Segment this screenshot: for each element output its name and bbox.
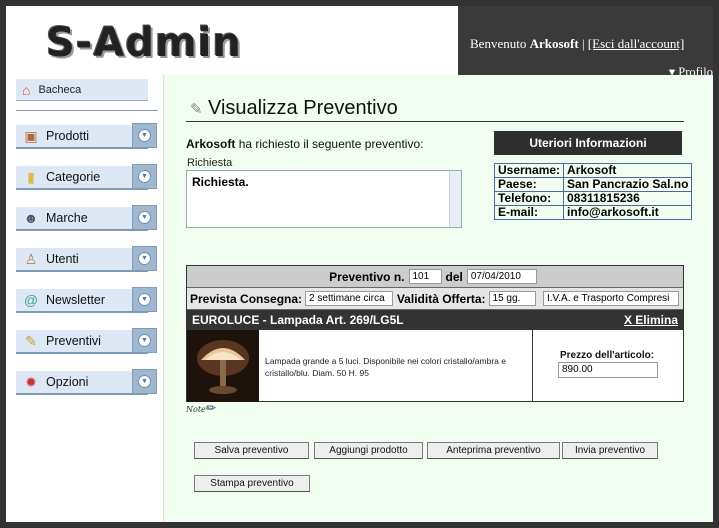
sidebar-item-categorie[interactable]: ▮ Categorie ▼ <box>16 164 157 190</box>
main-content: ✎ Visualizza Preventivo Arkosoft ha rich… <box>163 75 713 522</box>
validity-label: Validità Offerta: <box>396 291 486 306</box>
expand-icon[interactable]: ▼ <box>132 123 157 148</box>
logout-link[interactable]: [Esci dall'account] <box>588 36 685 51</box>
table-row: Telefono: 08311815236 <box>493 191 693 206</box>
info-key: Telefono: <box>493 191 565 206</box>
request-intro: Arkosoft ha richiesto il seguente preven… <box>186 137 423 151</box>
delivery-label: Prevista Consegna: <box>190 291 303 306</box>
note-label: Note <box>186 405 206 414</box>
gear-icon: ✹ <box>25 373 37 390</box>
quote-number-row: Preventivo n. 101 del 07/04/2010 <box>187 266 683 288</box>
price-label: Prezzo dell'articolo: <box>560 350 655 361</box>
expand-icon[interactable]: ▼ <box>132 164 157 189</box>
logo-area: S-Admin <box>6 6 458 75</box>
sidebar-item-utenti[interactable]: ♙ Utenti ▼ <box>16 246 157 272</box>
request-text: ha richiesto il seguente preventivo: <box>238 137 424 151</box>
user-icon: ♙ <box>24 250 38 267</box>
sidebar-item-label: Opzioni <box>46 375 89 389</box>
request-value: Richiesta. <box>192 175 249 189</box>
quote-table: Preventivo n. 101 del 07/04/2010 Previst… <box>186 265 684 402</box>
welcome-prefix: Benvenuto <box>470 36 527 51</box>
sidebar-item-label: Prodotti <box>46 129 90 143</box>
pen-icon[interactable]: ✏ <box>206 401 216 415</box>
document-icon: ✎ <box>25 332 37 349</box>
info-key: Username: <box>493 163 565 178</box>
validity-input[interactable]: 15 gg. <box>488 291 536 306</box>
info-value: info@arkosoft.it <box>563 205 693 220</box>
vat-input[interactable]: I.V.A. e Trasporto Compresi <box>542 291 679 306</box>
sidebar-item-label: Bacheca <box>38 83 82 96</box>
title-divider <box>186 121 684 122</box>
info-key: Paese: <box>493 177 565 192</box>
send-quote-button[interactable]: Invia preventivo <box>562 442 658 459</box>
top-bar: Benvenuto Arkosoft | [Esci dall'account]… <box>458 6 713 79</box>
sidebar-item-prodotti[interactable]: ▣ Prodotti ▼ <box>16 123 157 149</box>
welcome-separator: | <box>581 36 585 51</box>
folder-icon: ▮ <box>27 168 35 185</box>
save-quote-button[interactable]: Salva preventivo <box>194 442 309 459</box>
sidebar-item-newsletter[interactable]: @ Newsletter ▼ <box>16 287 157 313</box>
quote-number-input[interactable]: 101 <box>408 269 442 284</box>
expand-icon[interactable]: ▼ <box>132 205 157 230</box>
product-header: EUROLUCE - Lampada Art. 269/LG5L X Elimi… <box>187 310 683 330</box>
home-icon: ⌂ <box>22 81 31 98</box>
print-quote-button[interactable]: Stampa preventivo <box>194 475 310 492</box>
sidebar-item-preventivi[interactable]: ✎ Preventivi ▼ <box>16 328 157 354</box>
sidebar-item-label: Preventivi <box>46 334 101 348</box>
quote-number-label: Preventivo n. <box>329 269 405 284</box>
request-label: Richiesta <box>187 157 233 169</box>
quote-date-input[interactable]: 07/04/2010 <box>466 269 537 284</box>
sidebar-item-bacheca[interactable]: ⌂ Bacheca <box>16 79 148 101</box>
info-value: Arkosoft <box>563 163 693 178</box>
expand-icon[interactable]: ▼ <box>132 328 157 353</box>
table-row: E-mail: info@arkosoft.it <box>493 205 693 220</box>
price-input[interactable]: 890.00 <box>558 362 658 378</box>
sidebar-item-label: Newsletter <box>46 293 106 307</box>
info-key: E-mail: <box>493 205 565 220</box>
info-header: Uteriori Informazioni <box>494 131 682 155</box>
sidebar-item-label: Categorie <box>46 170 101 184</box>
preview-quote-button[interactable]: Anteprima preventivo <box>427 442 560 459</box>
sidebar-item-marche[interactable]: ☻ Marche ▼ <box>16 205 157 231</box>
table-row: Paese: San Pancrazio Sal.no <box>493 177 693 192</box>
sidebar-divider <box>16 110 158 111</box>
mail-icon: @ <box>23 292 39 308</box>
lamp-image <box>187 330 259 402</box>
product-image <box>187 330 259 402</box>
quote-date-label: del <box>445 269 463 284</box>
quote-terms-row: Prevista Consegna: 2 settimane circa Val… <box>187 288 683 310</box>
app-window: S-Admin Benvenuto Arkosoft | [Esci dall'… <box>6 6 713 522</box>
product-description: Lampada grande a 5 luci. Disponibile nei… <box>265 356 506 378</box>
product-title: EUROLUCE - Lampada Art. 269/LG5L <box>192 313 404 327</box>
expand-icon[interactable]: ▼ <box>132 287 157 312</box>
expand-icon[interactable]: ▼ <box>132 246 157 271</box>
document-icon: ✎ <box>190 101 203 118</box>
sidebar-item-opzioni[interactable]: ✹ Opzioni ▼ <box>16 369 157 395</box>
price-cell: Prezzo dell'articolo: 890.00 <box>532 330 684 402</box>
welcome-username: Arkosoft <box>529 36 579 51</box>
add-product-button[interactable]: Aggiungi prodotto <box>314 442 423 459</box>
sidebar-item-label: Utenti <box>46 252 79 266</box>
box-icon: ▣ <box>24 127 38 144</box>
sidebar-item-label: Marche <box>46 211 88 225</box>
info-table: Username: Arkosoft Paese: San Pancrazio … <box>493 163 693 220</box>
textarea-scrollbar[interactable] <box>449 171 461 227</box>
expand-icon[interactable]: ▼ <box>132 369 157 394</box>
welcome-text: Benvenuto Arkosoft | [Esci dall'account] <box>470 36 684 52</box>
sidebar: ⌂ Bacheca ▣ Prodotti ▼ ▮ Categorie ▼ ☻ M… <box>6 75 163 522</box>
requester-name: Arkosoft <box>186 137 236 151</box>
users-icon: ☻ <box>23 210 39 226</box>
request-textarea[interactable]: Richiesta. <box>186 170 462 228</box>
info-value: San Pancrazio Sal.no <box>563 177 693 192</box>
table-row: Username: Arkosoft <box>493 163 693 178</box>
info-value: 08311815236 <box>563 191 693 206</box>
delivery-input[interactable]: 2 settimane circa <box>305 291 393 306</box>
logo: S-Admin <box>46 20 242 66</box>
page-title: Visualizza Preventivo <box>208 97 398 119</box>
delete-product-link[interactable]: X Elimina <box>624 313 678 327</box>
